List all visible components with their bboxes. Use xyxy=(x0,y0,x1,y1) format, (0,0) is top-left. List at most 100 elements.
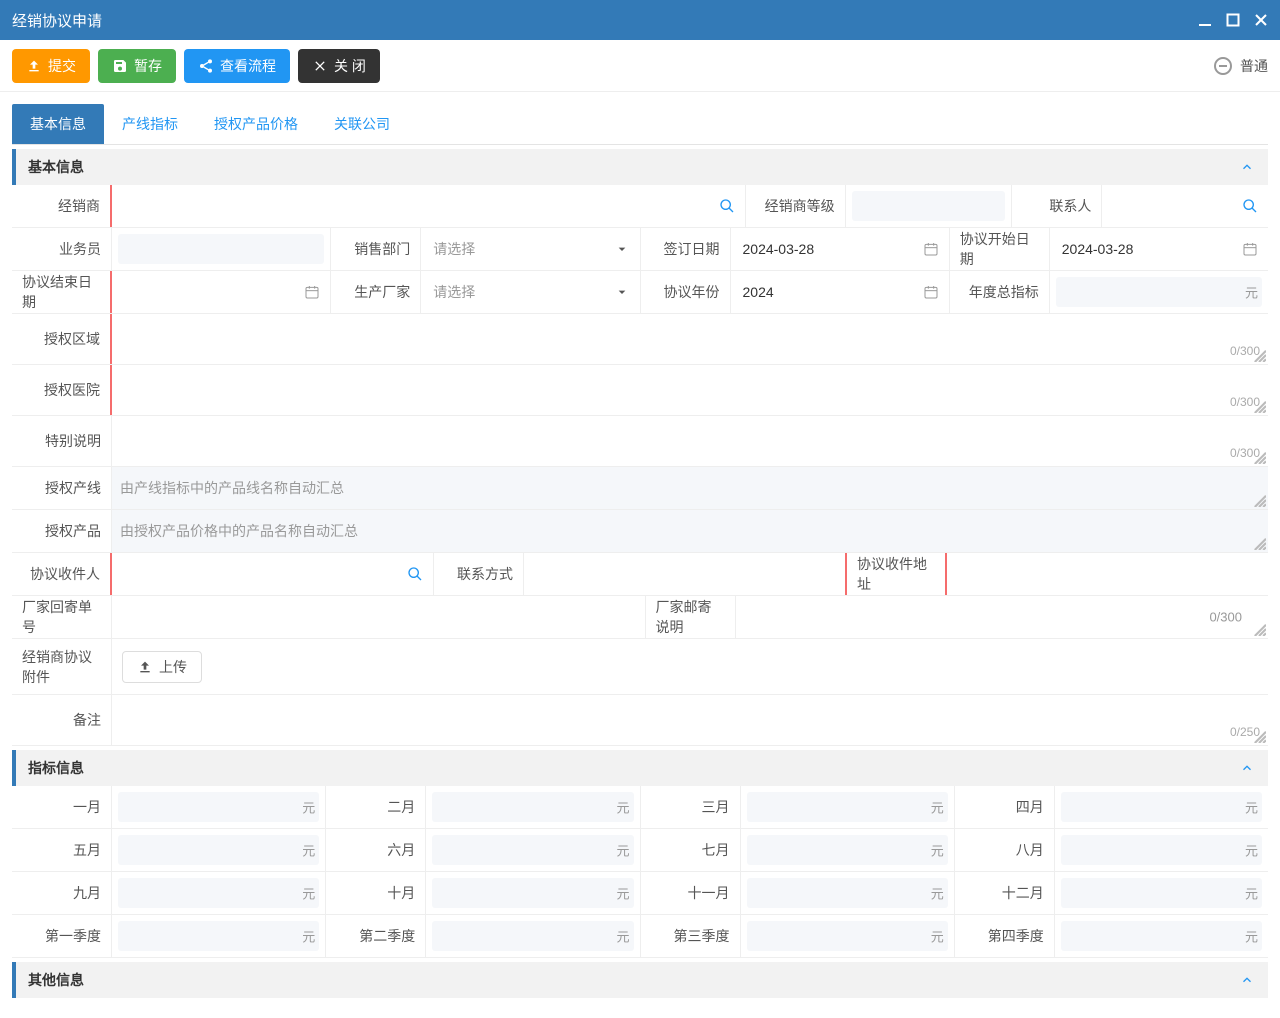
agreement-end-input[interactable] xyxy=(118,277,324,307)
calendar-icon[interactable] xyxy=(923,284,939,300)
agreement-recipient-input[interactable] xyxy=(118,559,427,589)
month-2-input[interactable]: 元 xyxy=(426,786,640,828)
label-agreement-year: 协议年份 xyxy=(641,271,731,313)
month-12-input[interactable]: 元 xyxy=(1055,872,1268,914)
search-icon[interactable] xyxy=(407,566,423,582)
contact-input[interactable] xyxy=(1108,191,1262,221)
dropdown-icon[interactable] xyxy=(614,241,630,257)
chevron-up-icon xyxy=(1240,160,1254,174)
label-sign-date: 签订日期 xyxy=(641,228,731,270)
quarter-4-input[interactable]: 元 xyxy=(1055,915,1268,957)
auth-region-textarea[interactable]: 0/300 xyxy=(112,314,1268,364)
label-quarter-1: 第一季度 xyxy=(12,915,112,957)
unit-cny: 元 xyxy=(616,841,629,860)
month-10-input[interactable]: 元 xyxy=(426,872,640,914)
manufacturer-select[interactable]: 请选择 xyxy=(427,282,481,302)
unit-cny: 元 xyxy=(616,884,629,903)
auth-product-placeholder: 由授权产品价格中的产品名称自动汇总 xyxy=(118,521,360,541)
auth-line-field: 由产线指标中的产品线名称自动汇总 xyxy=(112,467,1268,509)
month-4-input[interactable]: 元 xyxy=(1055,786,1268,828)
quarter-2-input[interactable]: 元 xyxy=(426,915,640,957)
month-5-input[interactable]: 元 xyxy=(112,829,326,871)
auth-hospital-textarea[interactable]: 0/300 xyxy=(112,365,1268,415)
label-auth-line: 授权产线 xyxy=(12,467,112,509)
resize-handle-icon[interactable] xyxy=(1252,450,1266,464)
month-11-input[interactable]: 元 xyxy=(741,872,955,914)
unit-cny: 元 xyxy=(1245,927,1258,946)
month-9-input[interactable]: 元 xyxy=(112,872,326,914)
agreement-start-value[interactable]: 2024-03-28 xyxy=(1056,241,1140,257)
unit-cny: 元 xyxy=(931,884,944,903)
label-auth-region: 授权区域 xyxy=(12,314,112,364)
unit-cny: 元 xyxy=(616,798,629,817)
upload-button[interactable]: 上传 xyxy=(122,651,202,683)
search-icon[interactable] xyxy=(1242,198,1258,214)
salesman-field xyxy=(118,234,324,264)
dropdown-icon[interactable] xyxy=(614,284,630,300)
remark-textarea[interactable]: 0/250 xyxy=(112,695,1268,745)
distributor-input[interactable] xyxy=(118,191,739,221)
month-3-input[interactable]: 元 xyxy=(741,786,955,828)
resize-handle-icon[interactable] xyxy=(1252,622,1266,636)
label-month-3: 三月 xyxy=(641,786,741,828)
collapse-other-button[interactable] xyxy=(1238,971,1256,989)
main-content: 基本信息 产线指标 授权产品价格 关联公司 基本信息 经销商 经销商等级 联系人 xyxy=(0,92,1280,1010)
tab-related-company[interactable]: 关联公司 xyxy=(316,104,408,144)
month-7-input[interactable]: 元 xyxy=(741,829,955,871)
close-window-button[interactable] xyxy=(1254,13,1268,27)
label-month-4: 四月 xyxy=(955,786,1055,828)
agreement-addr-input[interactable] xyxy=(953,559,1262,589)
label-month-10: 十月 xyxy=(326,872,426,914)
unit-cny: 元 xyxy=(1245,841,1258,860)
resize-handle-icon[interactable] xyxy=(1252,729,1266,743)
sign-date-value[interactable]: 2024-03-28 xyxy=(737,241,821,257)
resize-handle-icon xyxy=(1252,493,1266,507)
priority-indicator[interactable]: 普通 xyxy=(1214,56,1268,76)
collapse-basic-button[interactable] xyxy=(1238,158,1256,176)
tab-auth-price[interactable]: 授权产品价格 xyxy=(196,104,316,144)
label-contact: 联系人 xyxy=(1012,185,1102,227)
label-month-6: 六月 xyxy=(326,829,426,871)
unit-cny: 元 xyxy=(931,798,944,817)
submit-button[interactable]: 提交 xyxy=(12,49,90,83)
contact-method-input[interactable] xyxy=(530,559,839,589)
label-manufacturer: 生产厂家 xyxy=(331,271,421,313)
distributor-level-field xyxy=(852,191,1006,221)
special-note-textarea[interactable]: 0/300 xyxy=(112,416,1268,466)
resize-handle-icon[interactable] xyxy=(1252,399,1266,413)
auth-line-placeholder: 由产线指标中的产品线名称自动汇总 xyxy=(118,478,346,498)
calendar-icon[interactable] xyxy=(304,284,320,300)
tab-basic[interactable]: 基本信息 xyxy=(12,104,104,144)
resize-handle-icon[interactable] xyxy=(1252,348,1266,362)
toolbar: 提交 暂存 查看流程 关 闭 普通 xyxy=(0,40,1280,92)
tab-product-line[interactable]: 产线指标 xyxy=(104,104,196,144)
unit-cny: 元 xyxy=(931,927,944,946)
unit-cny: 元 xyxy=(302,841,315,860)
resize-handle-icon xyxy=(1252,536,1266,550)
quarter-1-input[interactable]: 元 xyxy=(112,915,326,957)
minimize-button[interactable] xyxy=(1198,13,1212,27)
factory-mail-note-textarea[interactable]: 0/300 xyxy=(736,596,1269,638)
factory-return-no-input[interactable] xyxy=(118,602,639,632)
view-flow-button[interactable]: 查看流程 xyxy=(184,49,290,83)
quarter-3-input[interactable]: 元 xyxy=(741,915,955,957)
sales-dept-select[interactable]: 请选择 xyxy=(427,239,481,259)
label-distributor: 经销商 xyxy=(12,185,112,227)
close-button[interactable]: 关 闭 xyxy=(298,49,380,83)
calendar-icon[interactable] xyxy=(1242,241,1258,257)
maximize-button[interactable] xyxy=(1226,13,1240,27)
label-auth-hospital: 授权医院 xyxy=(12,365,112,415)
month-1-input[interactable]: 元 xyxy=(112,786,326,828)
search-icon[interactable] xyxy=(719,198,735,214)
agreement-year-value[interactable]: 2024 xyxy=(737,284,780,300)
month-8-input[interactable]: 元 xyxy=(1055,829,1268,871)
label-agreement-addr: 协议收件地址 xyxy=(847,553,947,595)
counter-300: 0/300 xyxy=(1209,610,1242,625)
month-6-input[interactable]: 元 xyxy=(426,829,640,871)
year-target-field xyxy=(1056,277,1262,307)
save-draft-button[interactable]: 暂存 xyxy=(98,49,176,83)
collapse-target-button[interactable] xyxy=(1238,759,1256,777)
calendar-icon[interactable] xyxy=(923,241,939,257)
label-agreement-start: 协议开始日期 xyxy=(950,228,1050,270)
save-label: 暂存 xyxy=(134,56,162,76)
